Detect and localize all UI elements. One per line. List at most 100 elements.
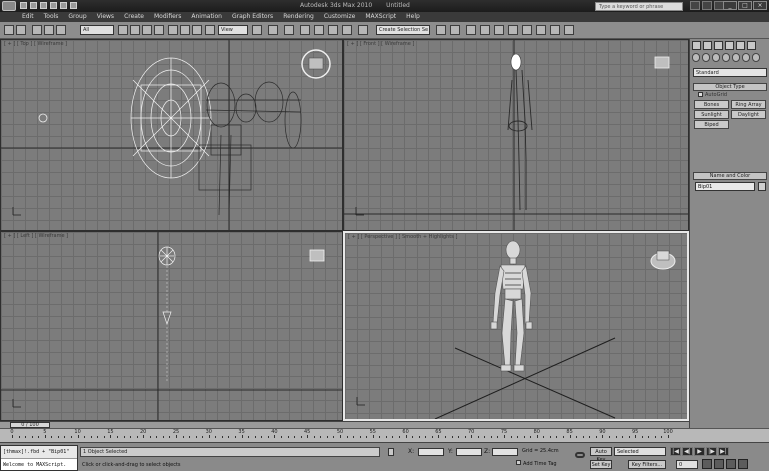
current-frame-field[interactable]: 0 [676,460,698,469]
viewport-label[interactable]: [ + ] [ Top ] [ Wireframe ] [4,41,67,47]
autogrid-checkbox[interactable]: AutoGrid [698,92,727,98]
redo-icon[interactable] [16,25,26,35]
z-coordinate-field[interactable] [492,448,518,456]
keyboard-shortcut-toggle-icon[interactable] [284,25,294,35]
helpers-icon[interactable] [732,53,740,62]
edit-named-selection-icon[interactable] [358,25,368,35]
viewport-perspective[interactable]: [ + ] [ Perspective ] [ Smooth + Highlig… [343,231,689,421]
percent-snap-icon[interactable] [328,25,338,35]
set-key-icon[interactable] [575,452,585,458]
key-filters-button[interactable]: Key Filters... [628,460,666,469]
go-to-end-button[interactable]: ▶| [718,447,729,456]
maxscript-mini-listener[interactable]: [thmax]!.fbd + "Bip01" Welcome to MAXScr… [0,445,78,471]
menu-group[interactable]: Group [68,12,86,22]
minimize-button[interactable]: _ [723,1,737,10]
curve-editor-icon[interactable] [494,25,504,35]
go-to-start-button[interactable]: |◀ [670,447,681,456]
render-setup-icon[interactable] [536,25,546,35]
selection-filter-dropdown[interactable]: All [80,25,114,35]
systems-icon[interactable] [752,53,760,62]
display-tab-icon[interactable] [736,41,745,50]
reference-coord-icon[interactable] [205,25,215,35]
selection-lock-icon[interactable] [388,448,394,456]
menu-graph-editors[interactable]: Graph Editors [232,12,273,22]
bind-space-warp-icon[interactable] [56,25,66,35]
undo-icon[interactable] [50,2,57,9]
daylight-button[interactable]: Daylight [731,110,766,119]
hierarchy-tab-icon[interactable] [714,41,723,50]
viewport-label[interactable]: [ + ] [ Left ] [ Wireframe ] [4,233,68,239]
shapes-icon[interactable] [702,53,710,62]
menu-tools[interactable]: Tools [44,12,59,22]
menu-rendering[interactable]: Rendering [283,12,314,22]
select-by-name-icon[interactable] [130,25,140,35]
menu-help[interactable]: Help [406,12,420,22]
select-object-icon[interactable] [118,25,128,35]
spinner-snap-icon[interactable] [342,25,352,35]
undo-icon[interactable] [4,25,14,35]
geometry-icon[interactable] [692,53,700,62]
rendered-frame-window-icon[interactable] [550,25,560,35]
menu-views[interactable]: Views [97,12,114,22]
auto-key-button[interactable]: Auto Key [590,447,612,463]
biped-button[interactable]: Biped [694,120,729,129]
sunlight-button[interactable]: Sunlight [694,110,729,119]
listener-input[interactable]: [thmax]!.fbd + "Bip01" [1,446,77,459]
maximize-button[interactable]: □ [738,1,752,10]
object-name-field[interactable]: Bip01 [695,182,755,191]
menu-maxscript[interactable]: MAXScript [365,12,396,22]
object-color-swatch[interactable] [758,182,766,191]
category-dropdown[interactable]: Standard [693,68,767,77]
save-file-icon[interactable] [40,2,47,9]
pivot-center-icon[interactable] [252,25,262,35]
project-folder-icon[interactable] [70,2,77,9]
ring-array-button[interactable]: Ring Array [731,100,766,109]
viewport-left[interactable]: [ + ] [ Left ] [ Wireframe ] [0,231,343,421]
angle-snap-icon[interactable] [314,25,324,35]
lights-icon[interactable] [712,53,720,62]
subscription-icon[interactable] [702,1,712,10]
maximize-viewport-icon[interactable] [738,459,748,469]
viewport-label[interactable]: [ + ] [ Perspective ] [ Smooth + Highlig… [348,234,457,240]
select-link-icon[interactable] [32,25,42,35]
menu-create[interactable]: Create [124,12,144,22]
key-set-dropdown[interactable]: Selected [614,447,666,456]
bones-button[interactable]: Bones [694,100,729,109]
menu-animation[interactable]: Animation [191,12,222,22]
material-editor-icon[interactable] [522,25,532,35]
layer-manager-icon[interactable] [466,25,476,35]
open-file-icon[interactable] [30,2,37,9]
space-warps-icon[interactable] [742,53,750,62]
y-coordinate-field[interactable] [456,448,482,456]
track-bar[interactable]: 0 5 10 15 20 25 30 35 40 45 50 55 60 65 70 75 80 85 90 95 10… [0,428,769,442]
create-tab-icon[interactable] [692,41,701,50]
select-move-icon[interactable] [168,25,178,35]
select-manipulate-icon[interactable] [268,25,278,35]
snaps-toggle-icon[interactable] [300,25,310,35]
x-coordinate-field[interactable] [418,448,444,456]
select-rotate-icon[interactable] [180,25,190,35]
close-button[interactable]: × [753,1,767,10]
unlink-icon[interactable] [44,25,54,35]
viewport-label[interactable]: [ + ] [ Front ] [ Wireframe ] [347,41,414,47]
play-button[interactable]: ▶ [694,447,705,456]
schematic-view-icon[interactable] [508,25,518,35]
modify-tab-icon[interactable] [703,41,712,50]
mirror-icon[interactable] [436,25,446,35]
next-frame-button[interactable]: |▶ [706,447,717,456]
help-search-input[interactable]: Type a keyword or phrase [595,2,683,11]
motion-tab-icon[interactable] [725,41,734,50]
set-key-button[interactable]: Set Key [590,460,612,469]
select-scale-icon[interactable] [192,25,202,35]
cameras-icon[interactable] [722,53,730,62]
menu-customize[interactable]: Customize [324,12,356,22]
redo-icon[interactable] [60,2,67,9]
zoom-all-icon[interactable] [714,459,724,469]
window-crossing-icon[interactable] [154,25,164,35]
render-production-icon[interactable] [564,25,574,35]
graphite-toggle-icon[interactable] [480,25,490,35]
app-menu-button[interactable] [2,1,16,11]
reference-coord-dropdown[interactable]: View [218,25,248,35]
add-time-tag[interactable]: Add Time Tag [516,460,557,467]
orbit-icon[interactable] [726,459,736,469]
